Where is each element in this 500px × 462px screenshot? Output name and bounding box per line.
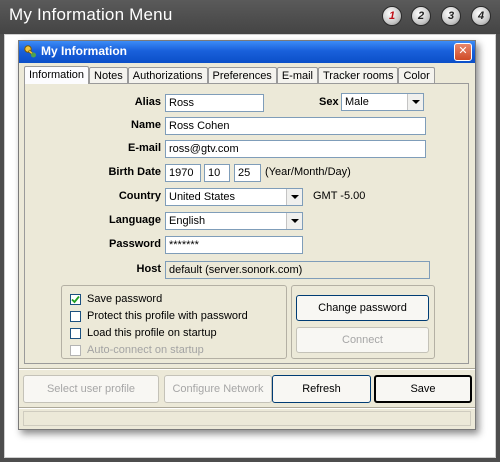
- save-password-label: Save password: [87, 293, 163, 305]
- email-field[interactable]: ross@gtv.com: [165, 140, 426, 158]
- language-label: Language: [109, 214, 161, 226]
- birth-day-field[interactable]: 25: [234, 164, 261, 182]
- host-field: default (server.sonork.com): [165, 261, 430, 279]
- connect-button: Connect: [296, 327, 429, 353]
- menu-title: My Information Menu: [9, 5, 173, 24]
- my-information-dialog: My Information ✕ Information Notes Autho…: [18, 40, 476, 430]
- save-password-checkbox[interactable]: [70, 293, 81, 305]
- close-icon[interactable]: ✕: [454, 43, 472, 61]
- status-separator: [19, 407, 475, 409]
- protect-profile-label: Protect this profile with password: [87, 310, 248, 322]
- chevron-down-icon[interactable]: [407, 94, 423, 110]
- country-value: United States: [169, 191, 236, 203]
- change-password-button[interactable]: Change password: [296, 295, 429, 321]
- tab-tracker-rooms[interactable]: Tracker rooms: [317, 67, 399, 84]
- birth-month-field[interactable]: 10: [204, 164, 230, 182]
- save-password-option[interactable]: Save password: [70, 292, 162, 306]
- alias-field[interactable]: Ross: [165, 94, 264, 112]
- key-person-icon: [24, 45, 36, 58]
- protect-profile-checkbox[interactable]: [70, 310, 81, 322]
- alias-label: Alias: [134, 96, 161, 108]
- tab-color[interactable]: Color: [398, 67, 435, 84]
- auto-connect-label: Auto-connect on startup: [87, 344, 204, 356]
- select-user-profile-button: Select user profile: [23, 375, 159, 403]
- tab-strip: Information Notes Authorizations Prefere…: [24, 66, 435, 84]
- gmt-offset: GMT -5.00: [313, 190, 366, 202]
- tab-information[interactable]: Information: [24, 66, 90, 84]
- chevron-down-icon[interactable]: [286, 189, 302, 205]
- sex-select[interactable]: Male: [341, 93, 424, 111]
- birth-year-field[interactable]: 1970: [165, 164, 201, 182]
- birth-date-hint: (Year/Month/Day): [265, 166, 351, 178]
- step-2-button[interactable]: 2: [411, 6, 431, 26]
- step-3-button[interactable]: 3: [441, 6, 461, 26]
- load-on-startup-label: Load this profile on startup: [87, 327, 217, 339]
- sex-value: Male: [345, 96, 369, 108]
- password-field[interactable]: *******: [165, 236, 303, 254]
- host-label: Host: [136, 263, 161, 275]
- footer-separator: [19, 368, 475, 370]
- checkmark-icon: [71, 295, 80, 303]
- tab-authorizations[interactable]: Authorizations: [127, 67, 208, 84]
- name-label: Name: [131, 119, 161, 131]
- sex-label: Sex: [319, 96, 339, 108]
- name-field[interactable]: Ross Cohen: [165, 117, 426, 135]
- options-group: Save password Protect this profile with …: [61, 285, 287, 359]
- language-select[interactable]: English: [165, 212, 303, 230]
- birth-date-label: Birth Date: [108, 166, 161, 178]
- configure-network-button: Configure Network: [164, 375, 272, 403]
- chevron-down-icon[interactable]: [286, 213, 302, 229]
- load-on-startup-checkbox[interactable]: [70, 327, 81, 339]
- auto-connect-option: Auto-connect on startup: [70, 343, 204, 357]
- outer-header: My Information Menu 1 2 3 4: [0, 0, 500, 34]
- auto-connect-checkbox: [70, 344, 81, 356]
- password-label: Password: [109, 238, 161, 250]
- save-button[interactable]: Save: [374, 375, 472, 403]
- tab-email[interactable]: E-mail: [276, 67, 318, 84]
- refresh-button[interactable]: Refresh: [272, 375, 371, 403]
- tab-preferences[interactable]: Preferences: [207, 67, 277, 84]
- step-1-button[interactable]: 1: [382, 6, 402, 26]
- email-label: E-mail: [127, 142, 161, 154]
- dialog-title: My Information: [41, 44, 127, 58]
- status-bar: [23, 411, 471, 426]
- country-label: Country: [118, 190, 161, 202]
- dialog-titlebar[interactable]: My Information ✕: [19, 41, 475, 63]
- tab-notes[interactable]: Notes: [89, 67, 128, 84]
- step-4-button[interactable]: 4: [471, 6, 491, 26]
- load-on-startup-option[interactable]: Load this profile on startup: [70, 326, 217, 340]
- protect-profile-option[interactable]: Protect this profile with password: [70, 309, 248, 323]
- account-actions-group: Change password Connect: [291, 285, 435, 359]
- language-value: English: [169, 215, 206, 227]
- information-panel: Alias Ross Sex Male Name Ross Cohen E-ma…: [24, 83, 469, 364]
- country-select[interactable]: United States: [165, 188, 303, 206]
